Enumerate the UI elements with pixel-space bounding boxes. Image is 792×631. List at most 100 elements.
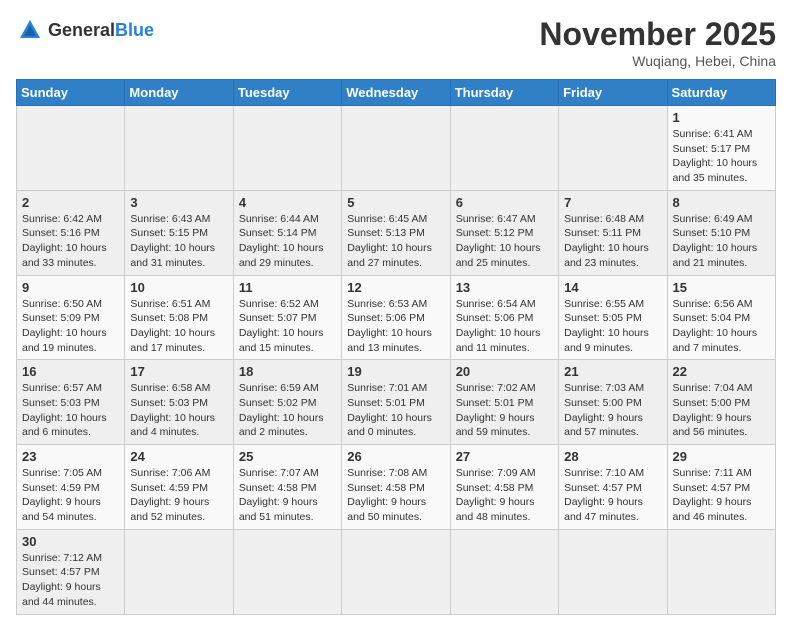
calendar-cell: 14Sunrise: 6:55 AM Sunset: 5:05 PM Dayli… xyxy=(559,275,667,360)
day-number: 18 xyxy=(239,364,336,379)
day-info: Sunrise: 6:54 AM Sunset: 5:06 PM Dayligh… xyxy=(456,297,553,356)
day-info: Sunrise: 6:49 AM Sunset: 5:10 PM Dayligh… xyxy=(673,212,770,271)
day-number: 6 xyxy=(456,195,553,210)
logo-icon xyxy=(16,16,44,44)
day-number: 26 xyxy=(347,449,444,464)
day-number: 29 xyxy=(673,449,770,464)
day-info: Sunrise: 7:02 AM Sunset: 5:01 PM Dayligh… xyxy=(456,381,553,440)
calendar-cell: 25Sunrise: 7:07 AM Sunset: 4:58 PM Dayli… xyxy=(233,445,341,530)
calendar-week-2: 9Sunrise: 6:50 AM Sunset: 5:09 PM Daylig… xyxy=(17,275,776,360)
day-number: 19 xyxy=(347,364,444,379)
day-info: Sunrise: 6:58 AM Sunset: 5:03 PM Dayligh… xyxy=(130,381,227,440)
calendar-cell: 13Sunrise: 6:54 AM Sunset: 5:06 PM Dayli… xyxy=(450,275,558,360)
calendar-body: 1 Sunrise: 6:41 AM Sunset: 5:17 PM Daylig… xyxy=(17,106,776,615)
calendar-week-4: 23 Sunrise: 7:05 AM Sunset: 4:59 PM Dayli… xyxy=(17,445,776,530)
title-area: November 2025 Wuqiang, Hebei, China xyxy=(539,16,776,69)
day-info: Sunrise: 6:43 AM Sunset: 5:15 PM Dayligh… xyxy=(130,212,227,271)
calendar-week-3: 16 Sunrise: 6:57 AM Sunset: 5:03 PM Dayli… xyxy=(17,360,776,445)
day-info: Sunrise: 6:56 AM Sunset: 5:04 PM Dayligh… xyxy=(673,297,770,356)
day-number: 10 xyxy=(130,280,227,295)
calendar-subtitle: Wuqiang, Hebei, China xyxy=(539,53,776,69)
calendar-cell: 12 Sunrise: 6:53 AM Sunset: 5:06 PM Dayli… xyxy=(342,275,450,360)
calendar-cell: 21 Sunrise: 7:03 AM Sunset: 5:00 PM Dayli… xyxy=(559,360,667,445)
calendar-week-0: 1 Sunrise: 6:41 AM Sunset: 5:17 PM Daylig… xyxy=(17,106,776,191)
calendar-cell: 29 Sunrise: 7:11 AM Sunset: 4:57 PM Dayli… xyxy=(667,445,775,530)
weekday-header-thursday: Thursday xyxy=(450,80,558,106)
day-number: 22 xyxy=(673,364,770,379)
day-info: Sunrise: 7:12 AM Sunset: 4:57 PM Dayligh… xyxy=(22,551,119,610)
day-info: Sunrise: 7:05 AM Sunset: 4:59 PM Dayligh… xyxy=(22,466,119,525)
calendar-cell xyxy=(450,529,558,614)
day-number: 2 xyxy=(22,195,119,210)
calendar-week-5: 30Sunrise: 7:12 AM Sunset: 4:57 PM Dayli… xyxy=(17,529,776,614)
logo-text-blue: Blue xyxy=(115,20,154,40)
day-info: Sunrise: 7:04 AM Sunset: 5:00 PM Dayligh… xyxy=(673,381,770,440)
day-number: 9 xyxy=(22,280,119,295)
calendar-week-1: 2 Sunrise: 6:42 AM Sunset: 5:16 PM Daylig… xyxy=(17,190,776,275)
day-info: Sunrise: 7:03 AM Sunset: 5:00 PM Dayligh… xyxy=(564,381,661,440)
day-info: Sunrise: 7:01 AM Sunset: 5:01 PM Dayligh… xyxy=(347,381,444,440)
day-number: 23 xyxy=(22,449,119,464)
day-number: 12 xyxy=(347,280,444,295)
calendar-cell: 8 Sunrise: 6:49 AM Sunset: 5:10 PM Daylig… xyxy=(667,190,775,275)
calendar-cell: 15 Sunrise: 6:56 AM Sunset: 5:04 PM Dayli… xyxy=(667,275,775,360)
calendar-cell: 4Sunrise: 6:44 AM Sunset: 5:14 PM Daylig… xyxy=(233,190,341,275)
calendar-title: November 2025 xyxy=(539,16,776,53)
calendar-cell: 10 Sunrise: 6:51 AM Sunset: 5:08 PM Dayli… xyxy=(125,275,233,360)
calendar-cell xyxy=(667,529,775,614)
calendar-cell: 19 Sunrise: 7:01 AM Sunset: 5:01 PM Dayli… xyxy=(342,360,450,445)
calendar-cell xyxy=(450,106,558,191)
day-info: Sunrise: 6:42 AM Sunset: 5:16 PM Dayligh… xyxy=(22,212,119,271)
calendar-cell: 16 Sunrise: 6:57 AM Sunset: 5:03 PM Dayli… xyxy=(17,360,125,445)
day-number: 4 xyxy=(239,195,336,210)
day-info: Sunrise: 6:51 AM Sunset: 5:08 PM Dayligh… xyxy=(130,297,227,356)
weekday-header-sunday: Sunday xyxy=(17,80,125,106)
calendar-table: SundayMondayTuesdayWednesdayThursdayFrid… xyxy=(16,79,776,615)
calendar-cell: 20 Sunrise: 7:02 AM Sunset: 5:01 PM Dayli… xyxy=(450,360,558,445)
day-number: 5 xyxy=(347,195,444,210)
day-info: Sunrise: 6:41 AM Sunset: 5:17 PM Dayligh… xyxy=(673,127,770,186)
calendar-cell: 27Sunrise: 7:09 AM Sunset: 4:58 PM Dayli… xyxy=(450,445,558,530)
calendar-cell: 23 Sunrise: 7:05 AM Sunset: 4:59 PM Dayli… xyxy=(17,445,125,530)
day-info: Sunrise: 6:59 AM Sunset: 5:02 PM Dayligh… xyxy=(239,381,336,440)
day-info: Sunrise: 7:07 AM Sunset: 4:58 PM Dayligh… xyxy=(239,466,336,525)
day-number: 3 xyxy=(130,195,227,210)
day-number: 24 xyxy=(130,449,227,464)
day-number: 15 xyxy=(673,280,770,295)
day-number: 21 xyxy=(564,364,661,379)
day-number: 16 xyxy=(22,364,119,379)
day-info: Sunrise: 6:57 AM Sunset: 5:03 PM Dayligh… xyxy=(22,381,119,440)
calendar-cell: 9Sunrise: 6:50 AM Sunset: 5:09 PM Daylig… xyxy=(17,275,125,360)
calendar-cell xyxy=(233,106,341,191)
day-info: Sunrise: 7:11 AM Sunset: 4:57 PM Dayligh… xyxy=(673,466,770,525)
day-number: 17 xyxy=(130,364,227,379)
calendar-cell xyxy=(125,529,233,614)
calendar-cell xyxy=(342,106,450,191)
calendar-cell xyxy=(559,106,667,191)
calendar-cell xyxy=(342,529,450,614)
calendar-cell: 5Sunrise: 6:45 AM Sunset: 5:13 PM Daylig… xyxy=(342,190,450,275)
calendar-cell: 30Sunrise: 7:12 AM Sunset: 4:57 PM Dayli… xyxy=(17,529,125,614)
logo-text-general: General xyxy=(48,20,115,40)
weekday-header-friday: Friday xyxy=(559,80,667,106)
day-info: Sunrise: 7:06 AM Sunset: 4:59 PM Dayligh… xyxy=(130,466,227,525)
calendar-cell: 7Sunrise: 6:48 AM Sunset: 5:11 PM Daylig… xyxy=(559,190,667,275)
calendar-cell xyxy=(125,106,233,191)
day-number: 1 xyxy=(673,110,770,125)
day-info: Sunrise: 6:53 AM Sunset: 5:06 PM Dayligh… xyxy=(347,297,444,356)
day-number: 20 xyxy=(456,364,553,379)
calendar-cell xyxy=(17,106,125,191)
day-number: 28 xyxy=(564,449,661,464)
weekday-header-tuesday: Tuesday xyxy=(233,80,341,106)
calendar-cell: 28Sunrise: 7:10 AM Sunset: 4:57 PM Dayli… xyxy=(559,445,667,530)
calendar-cell xyxy=(559,529,667,614)
day-number: 27 xyxy=(456,449,553,464)
weekday-header-monday: Monday xyxy=(125,80,233,106)
day-number: 8 xyxy=(673,195,770,210)
day-number: 11 xyxy=(239,280,336,295)
calendar-header: SundayMondayTuesdayWednesdayThursdayFrid… xyxy=(17,80,776,106)
day-info: Sunrise: 7:08 AM Sunset: 4:58 PM Dayligh… xyxy=(347,466,444,525)
weekday-header-wednesday: Wednesday xyxy=(342,80,450,106)
calendar-cell: 22 Sunrise: 7:04 AM Sunset: 5:00 PM Dayli… xyxy=(667,360,775,445)
calendar-cell xyxy=(233,529,341,614)
